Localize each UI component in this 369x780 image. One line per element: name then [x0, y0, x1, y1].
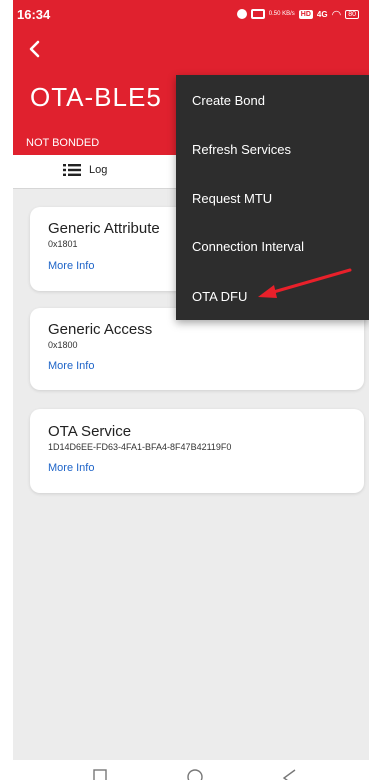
service-card-generic-access[interactable]: Generic Access 0x1800 More Info	[30, 308, 364, 390]
list-icon	[63, 164, 81, 176]
more-info-link[interactable]: More Info	[48, 260, 94, 272]
tab-log-label: Log	[89, 164, 108, 176]
battery-icon: 80	[345, 9, 359, 19]
menu-item-refresh-services[interactable]: Refresh Services	[192, 142, 291, 157]
wifi-icon: ◠	[331, 8, 342, 21]
service-name: OTA Service	[48, 423, 132, 440]
more-info-link[interactable]: More Info	[48, 462, 94, 474]
status-icons: 0.50 KB/s HD 4G ◠ 80	[236, 8, 359, 21]
alarm-icon	[236, 9, 247, 19]
device-name: OTA-BLE5	[30, 82, 162, 112]
menu-item-ota-dfu[interactable]: OTA DFU	[192, 289, 247, 304]
mobile-signal-icon: 4G	[316, 9, 328, 19]
status-time: 16:34	[17, 6, 51, 22]
service-name: Generic Access	[48, 321, 153, 338]
tab-log[interactable]: Log	[63, 164, 107, 176]
home-icon[interactable]	[186, 768, 204, 780]
recent-apps-icon[interactable]	[92, 768, 108, 780]
hd-badge: HD	[298, 9, 313, 19]
back-nav-icon[interactable]	[281, 768, 297, 780]
more-info-link[interactable]: More Info	[48, 360, 94, 372]
annotation-arrow-icon	[258, 268, 352, 298]
service-uuid: 0x1801	[48, 239, 78, 249]
status-bar: 16:34 0.50 KB/s HD 4G ◠ 80	[13, 0, 369, 28]
network-speed: 0.50 KB/s	[268, 11, 295, 17]
menu-item-request-mtu[interactable]: Request MTU	[192, 191, 272, 206]
menu-item-create-bond[interactable]: Create Bond	[192, 93, 265, 108]
system-nav-bar	[0, 760, 369, 780]
service-uuid: 0x1800	[48, 340, 78, 350]
service-card-ota-service[interactable]: OTA Service 1D14D6EE-FD63-4FA1-BFA4-8F47…	[30, 409, 364, 493]
chevron-left-icon	[29, 40, 40, 58]
back-button[interactable]	[27, 40, 51, 64]
vibrate-icon	[250, 9, 265, 19]
menu-item-connection-interval[interactable]: Connection Interval	[192, 239, 304, 254]
service-uuid: 1D14D6EE-FD63-4FA1-BFA4-8F47B42119F0	[48, 442, 232, 452]
bond-status: NOT BONDED	[26, 137, 100, 149]
service-name: Generic Attribute	[48, 220, 160, 237]
